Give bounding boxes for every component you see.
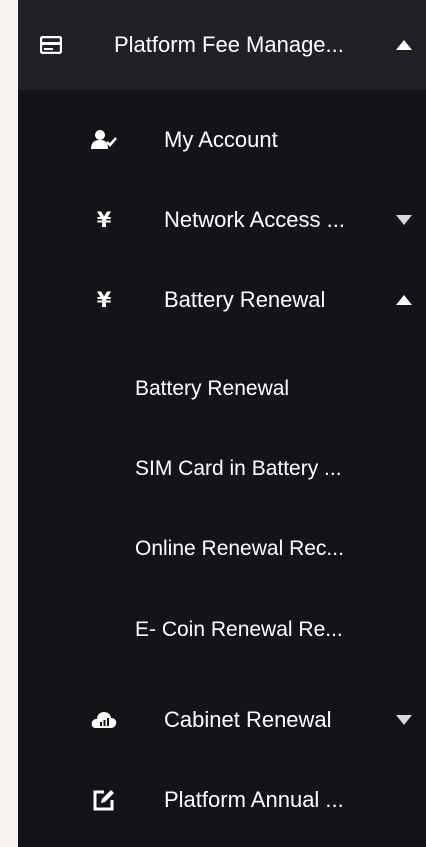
chevron-up-icon[interactable] bbox=[396, 295, 412, 305]
menu-label: Cabinet Renewal bbox=[164, 707, 332, 732]
sidebar-menu: Platform Fee Manage... My Account ¥ Netw… bbox=[18, 0, 426, 847]
menu-item-platform-annual[interactable]: Platform Annual ... bbox=[18, 774, 426, 826]
submenu-label: Online Renewal Rec... bbox=[135, 537, 344, 560]
submenu-label: Battery Renewal bbox=[135, 377, 290, 400]
chevron-up-icon[interactable] bbox=[396, 40, 412, 50]
menu-item-battery-renewal[interactable]: ¥ Battery Renewal bbox=[18, 274, 426, 326]
submenu-item-sim-card-in-battery[interactable]: SIM Card in Battery ... bbox=[18, 443, 426, 495]
menu-item-network-access[interactable]: ¥ Network Access ... bbox=[18, 194, 426, 246]
menu-label: Platform Fee Manage... bbox=[114, 32, 344, 57]
submenu-item-e-coin-renewal-record[interactable]: E- Coin Renewal Re... bbox=[18, 604, 426, 656]
submenu-label: SIM Card in Battery ... bbox=[135, 457, 342, 480]
menu-label: My Account bbox=[164, 127, 278, 152]
menu-label: Battery Renewal bbox=[164, 287, 326, 312]
submenu-item-online-renewal-record[interactable]: Online Renewal Rec... bbox=[18, 523, 426, 575]
menu-item-my-account[interactable]: My Account bbox=[18, 114, 426, 166]
yen-icon: ¥ bbox=[96, 208, 112, 232]
edit-icon bbox=[91, 787, 117, 813]
submenu-item-battery-renewal[interactable]: Battery Renewal bbox=[18, 363, 426, 415]
menu-label: Platform Annual ... bbox=[164, 787, 344, 812]
menu-label: Network Access ... bbox=[164, 207, 345, 232]
cloud-chart-icon bbox=[91, 707, 117, 733]
user-check-icon bbox=[91, 127, 117, 153]
menu-platform-fee-management[interactable]: Platform Fee Manage... bbox=[18, 0, 426, 90]
chevron-down-icon[interactable] bbox=[396, 215, 412, 225]
menu-item-cabinet-renewal[interactable]: Cabinet Renewal bbox=[18, 694, 426, 746]
card-icon bbox=[38, 32, 64, 58]
chevron-down-icon[interactable] bbox=[396, 715, 412, 725]
submenu-label: E- Coin Renewal Re... bbox=[135, 618, 343, 641]
yen-icon: ¥ bbox=[96, 288, 112, 312]
